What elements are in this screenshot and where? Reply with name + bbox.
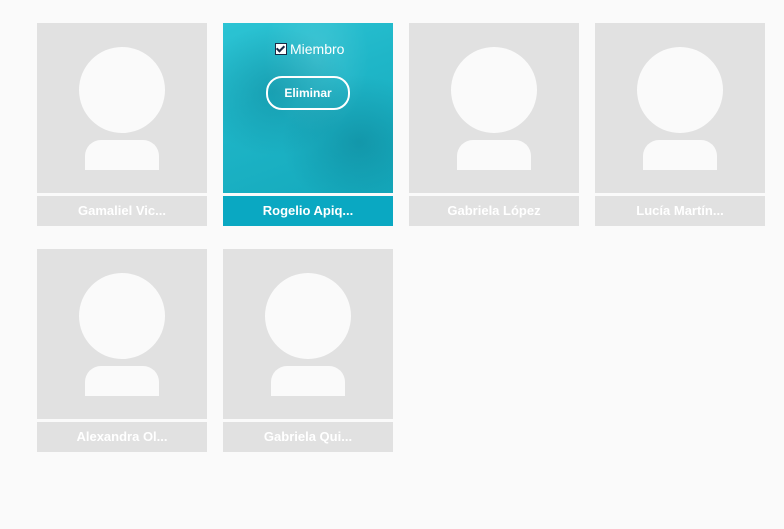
user-silhouette-body xyxy=(271,366,345,396)
user-silhouette-body xyxy=(85,366,159,396)
avatar-placeholder xyxy=(37,23,207,193)
remove-button[interactable]: Eliminar xyxy=(266,76,350,110)
user-silhouette-icon xyxy=(637,47,723,133)
member-card[interactable]: Alexandra Ol... xyxy=(37,249,207,452)
member-name: Gamaliel Vic... xyxy=(37,196,207,226)
member-name: Gabriela López xyxy=(409,196,579,226)
user-silhouette-icon xyxy=(79,273,165,359)
member-checkbox-label: Miembro xyxy=(290,41,345,57)
user-silhouette-body xyxy=(643,140,717,170)
user-silhouette-body xyxy=(457,140,531,170)
member-card[interactable]: Gabriela López xyxy=(409,23,579,226)
member-name: Gabriela Qui... xyxy=(223,422,393,452)
avatar-placeholder xyxy=(595,23,765,193)
user-silhouette-icon xyxy=(265,273,351,359)
user-silhouette-icon xyxy=(451,47,537,133)
member-photo: Miembro Eliminar xyxy=(223,23,393,193)
user-silhouette-icon xyxy=(79,47,165,133)
member-name: Rogelio Apiq... xyxy=(223,196,393,226)
user-silhouette-body xyxy=(85,140,159,170)
member-name: Alexandra Ol... xyxy=(37,422,207,452)
member-card[interactable]: Gamaliel Vic... xyxy=(37,23,207,226)
member-card[interactable]: Lucía Martín... xyxy=(595,23,765,226)
member-checkbox[interactable] xyxy=(275,43,287,55)
avatar-placeholder xyxy=(223,249,393,419)
avatar-placeholder xyxy=(409,23,579,193)
member-toggle[interactable]: Miembro xyxy=(275,41,344,57)
member-card[interactable]: Gabriela Qui... xyxy=(223,249,393,452)
avatar-placeholder xyxy=(37,249,207,419)
member-card-selected[interactable]: Miembro Eliminar Rogelio Apiq... xyxy=(223,23,393,226)
member-name: Lucía Martín... xyxy=(595,196,765,226)
